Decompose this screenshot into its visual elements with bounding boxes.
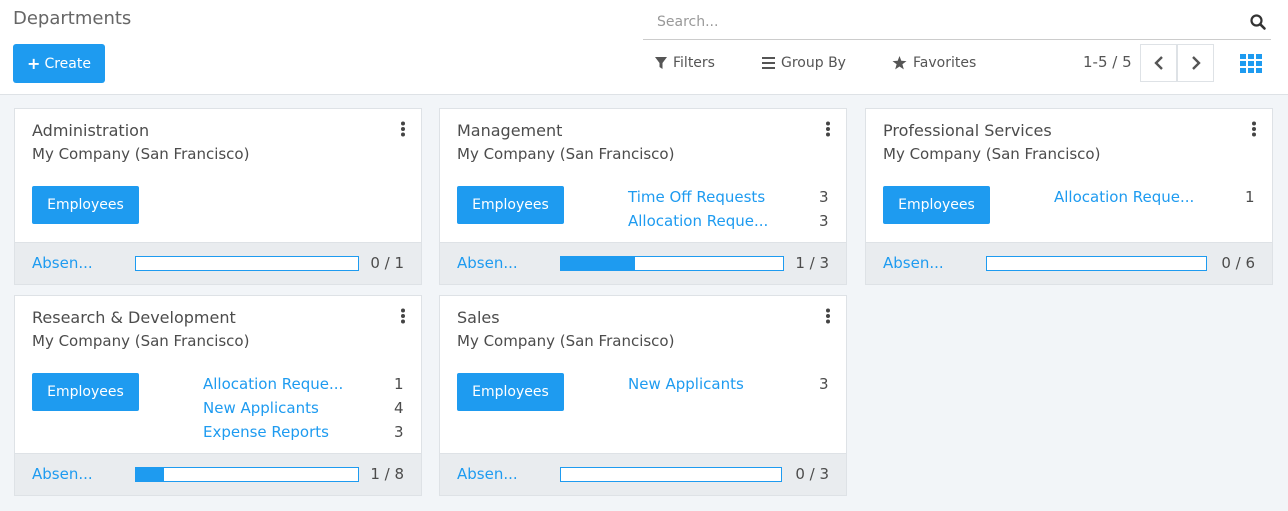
group-by-button[interactable]: Group By xyxy=(762,52,846,74)
stat-count: 1 xyxy=(1245,188,1255,206)
chevron-left-icon xyxy=(1153,56,1163,70)
dots-vertical-icon[interactable] xyxy=(399,121,407,137)
new-applicants-link[interactable]: New Applicants xyxy=(203,399,319,417)
card-title: Administration xyxy=(32,121,150,140)
department-card-research-development[interactable]: Research & Development My Company (San F… xyxy=(14,295,422,496)
card-company: My Company (San Francisco) xyxy=(883,145,1101,163)
stat-count: 3 xyxy=(819,375,829,393)
allocation-requests-link[interactable]: Allocation Reque... xyxy=(1054,188,1194,206)
list-icon xyxy=(762,57,775,69)
progress-bar xyxy=(560,467,782,482)
dots-vertical-icon[interactable] xyxy=(824,121,832,137)
page-title: Departments xyxy=(13,8,132,29)
employees-button[interactable]: Employees xyxy=(32,373,139,411)
card-footer: Absen... 1 / 8 xyxy=(15,453,421,495)
card-company: My Company (San Francisco) xyxy=(32,332,250,350)
stat-count: 3 xyxy=(819,188,829,206)
progress-bar xyxy=(986,256,1207,271)
create-button-label: Create xyxy=(44,55,91,72)
expense-reports-link[interactable]: Expense Reports xyxy=(203,423,329,441)
star-icon xyxy=(892,56,907,70)
progress-bar xyxy=(135,467,359,482)
progress-bar xyxy=(135,256,359,271)
kanban-view-icon[interactable] xyxy=(1240,53,1262,73)
absences-link[interactable]: Absen... xyxy=(32,465,93,483)
pager-previous-button[interactable] xyxy=(1140,44,1177,82)
card-footer: Absen... 1 / 3 xyxy=(440,242,846,284)
pager-next-button[interactable] xyxy=(1177,44,1214,82)
filters-button[interactable]: Filters xyxy=(655,52,715,74)
group-by-label: Group By xyxy=(781,55,846,71)
card-company: My Company (San Francisco) xyxy=(32,145,250,163)
card-title: Professional Services xyxy=(883,121,1052,140)
department-card-administration[interactable]: Administration My Company (San Francisco… xyxy=(14,108,422,285)
time-off-requests-link[interactable]: Time Off Requests xyxy=(628,188,765,206)
create-button[interactable]: + Create xyxy=(13,44,105,83)
progress-bar xyxy=(560,256,784,271)
dots-vertical-icon[interactable] xyxy=(1250,121,1258,137)
card-title: Sales xyxy=(457,308,500,327)
search-icon[interactable] xyxy=(1249,13,1267,31)
absences-link[interactable]: Absen... xyxy=(32,254,93,272)
card-title: Management xyxy=(457,121,563,140)
card-title: Research & Development xyxy=(32,308,236,327)
search-input[interactable] xyxy=(657,10,1217,34)
favorites-label: Favorites xyxy=(913,55,977,71)
progress-value: 0 / 3 xyxy=(795,465,829,483)
stat-count: 3 xyxy=(819,212,829,230)
filters-label: Filters xyxy=(673,55,715,71)
employees-button[interactable]: Employees xyxy=(457,186,564,224)
pager-value[interactable]: 1-5 / 5 xyxy=(1083,53,1132,71)
employees-button[interactable]: Employees xyxy=(32,186,139,224)
employees-button[interactable]: Employees xyxy=(883,186,990,224)
absences-link[interactable]: Absen... xyxy=(883,254,944,272)
progress-value: 0 / 1 xyxy=(370,254,404,272)
card-footer: Absen... 0 / 3 xyxy=(440,453,846,495)
card-company: My Company (San Francisco) xyxy=(457,332,675,350)
progress-fill xyxy=(136,468,164,481)
chevron-right-icon xyxy=(1191,56,1201,70)
department-card-professional-services[interactable]: Professional Services My Company (San Fr… xyxy=(865,108,1273,285)
progress-value: 0 / 6 xyxy=(1221,254,1255,272)
absences-link[interactable]: Absen... xyxy=(457,254,518,272)
progress-value: 1 / 8 xyxy=(370,465,404,483)
new-applicants-link[interactable]: New Applicants xyxy=(628,375,744,393)
department-card-management[interactable]: Management My Company (San Francisco) Em… xyxy=(439,108,847,285)
progress-fill xyxy=(561,257,635,270)
progress-value: 1 / 3 xyxy=(795,254,829,272)
absences-link[interactable]: Absen... xyxy=(457,465,518,483)
card-footer: Absen... 0 / 1 xyxy=(15,242,421,284)
plus-icon: + xyxy=(27,53,41,73)
dots-vertical-icon[interactable] xyxy=(824,308,832,324)
control-panel: Departments + Create Filters Group By Fa… xyxy=(0,0,1288,95)
search-bar xyxy=(643,4,1271,40)
department-card-sales[interactable]: Sales My Company (San Francisco) Employe… xyxy=(439,295,847,496)
filter-icon xyxy=(655,56,667,69)
allocation-requests-link[interactable]: Allocation Reque... xyxy=(628,212,768,230)
stat-count: 1 xyxy=(394,375,404,393)
favorites-button[interactable]: Favorites xyxy=(892,52,976,74)
card-company: My Company (San Francisco) xyxy=(457,145,675,163)
stat-count: 4 xyxy=(394,399,404,417)
employees-button[interactable]: Employees xyxy=(457,373,564,411)
dots-vertical-icon[interactable] xyxy=(399,308,407,324)
card-footer: Absen... 0 / 6 xyxy=(866,242,1272,284)
stat-count: 3 xyxy=(394,423,404,441)
allocation-requests-link[interactable]: Allocation Reque... xyxy=(203,375,343,393)
